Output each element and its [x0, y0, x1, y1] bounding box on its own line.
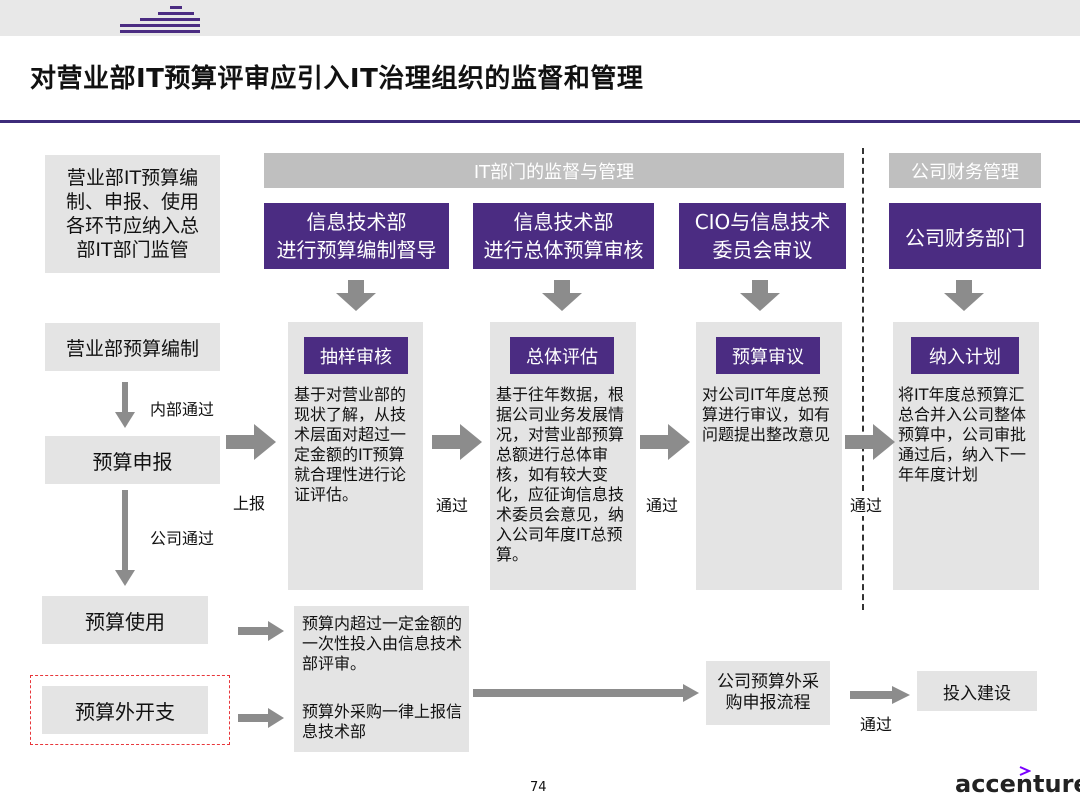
dept-3-line1: CIO与信息技术 [694, 210, 831, 234]
stage-2-title: 总体评估 [526, 346, 598, 368]
stage-3-title: 预算审议 [732, 346, 804, 368]
intro-box: 营业部IT预算编制、申报、使用各环节应纳入总部IT部门监管 [45, 155, 220, 273]
step-budget-report: 预算申报 [45, 436, 220, 484]
label-pass-2: 通过 [646, 496, 679, 515]
page-number: 74 [530, 780, 547, 795]
dept-box-3: CIO与信息技术 委员会审议 [679, 203, 846, 269]
label-company-pass: 公司通过 [150, 529, 215, 548]
right-arrow-icon [226, 424, 276, 460]
step-budget-prep: 营业部预算编制 [45, 323, 220, 371]
dept-2-line1: 信息技术部 [513, 210, 614, 234]
step-extra-budget-label: 预算外开支 [75, 699, 175, 724]
down-arrow-icon [944, 280, 984, 311]
down-arrow-icon [336, 280, 376, 311]
dept-box-4: 公司财务部门 [889, 203, 1041, 269]
usage-text-1: 预算内超过一定金额的一次性投入由信息技术部评审。 [302, 614, 463, 673]
dept-4-line1: 公司财务部门 [905, 225, 1025, 250]
slide-title: 对营业部IT预算评审应引入IT治理组织的监督和管理 [30, 64, 644, 94]
logo-lines-decoration [120, 4, 200, 34]
down-arrow-icon [115, 382, 135, 428]
stage-2-text: 基于往年数据，根据公司业务发展情况，对营业部预算总额进行总体审核，如有较大变化，… [496, 385, 625, 564]
right-arrow-icon [473, 684, 699, 702]
stage-label-4: 纳入计划 [911, 337, 1019, 374]
label-internal-pass: 内部通过 [150, 400, 215, 419]
build-label: 投入建设 [943, 683, 1011, 704]
stage-label-3: 预算审议 [716, 337, 820, 374]
label-report: 上报 [233, 494, 266, 513]
down-arrow-icon [115, 490, 135, 586]
step-budget-prep-label: 营业部预算编制 [65, 337, 199, 360]
brand-logo: accenture [955, 770, 1080, 798]
right-arrow-icon [640, 424, 690, 460]
step-budget-use: 预算使用 [42, 596, 208, 644]
down-arrow-icon [542, 280, 582, 311]
right-arrow-icon [850, 686, 910, 704]
usage-text-2: 预算外采购一律上报信息技术部 [302, 702, 463, 741]
logo-accent-icon [1019, 766, 1031, 776]
header-finance-label: 公司财务管理 [911, 161, 1019, 183]
intro-text: 营业部IT预算编制、申报、使用各环节应纳入总部IT部门监管 [65, 167, 199, 261]
stage-1-title: 抽样审核 [320, 346, 392, 368]
stage-3-text: 对公司IT年度总预算进行审议，如有问题提出整改意见 [702, 385, 831, 444]
stage-label-1: 抽样审核 [304, 337, 408, 374]
stage-label-2: 总体评估 [510, 337, 614, 374]
header-it-dept: IT部门的监督与管理 [264, 153, 844, 188]
step-budget-report-label: 预算申报 [92, 449, 173, 474]
label-pass-1: 通过 [436, 496, 469, 515]
dept-box-1: 信息技术部 进行预算编制督导 [264, 203, 449, 269]
label-pass-4: 通过 [860, 715, 893, 734]
external-process-box: 公司预算外采购申报流程 [706, 661, 830, 725]
external-process-label: 公司预算外采购申报流程 [717, 672, 819, 713]
step-budget-use-label: 预算使用 [85, 609, 165, 634]
title-divider [0, 120, 1080, 123]
header-it-dept-label: IT部门的监督与管理 [473, 161, 635, 183]
dept-1-line1: 信息技术部 [306, 210, 407, 234]
stage-4-title: 纳入计划 [929, 346, 1001, 368]
step-extra-budget: 预算外开支 [42, 686, 208, 734]
dept-1-line2: 进行预算编制督导 [276, 238, 437, 262]
stage-4-text: 将IT年度总预算汇总合并入公司整体预算中，公司审批通过后，纳入下一年年度计划 [898, 385, 1027, 484]
dept-box-2: 信息技术部 进行总体预算审核 [473, 203, 654, 269]
header-finance: 公司财务管理 [889, 153, 1041, 188]
dept-3-line2: 委员会审议 [712, 238, 813, 262]
right-arrow-icon [238, 708, 284, 728]
build-box: 投入建设 [917, 671, 1037, 711]
right-arrow-icon [845, 424, 895, 460]
right-arrow-icon [432, 424, 482, 460]
right-arrow-icon [238, 621, 284, 641]
dept-2-line2: 进行总体预算审核 [483, 238, 644, 262]
label-pass-3: 通过 [850, 492, 883, 516]
down-arrow-icon [740, 280, 780, 311]
stage-1-text: 基于对营业部的现状了解，从技术层面对超过一定金额的IT预算就合理性进行论证评估。 [294, 385, 407, 504]
section-divider [862, 148, 864, 610]
